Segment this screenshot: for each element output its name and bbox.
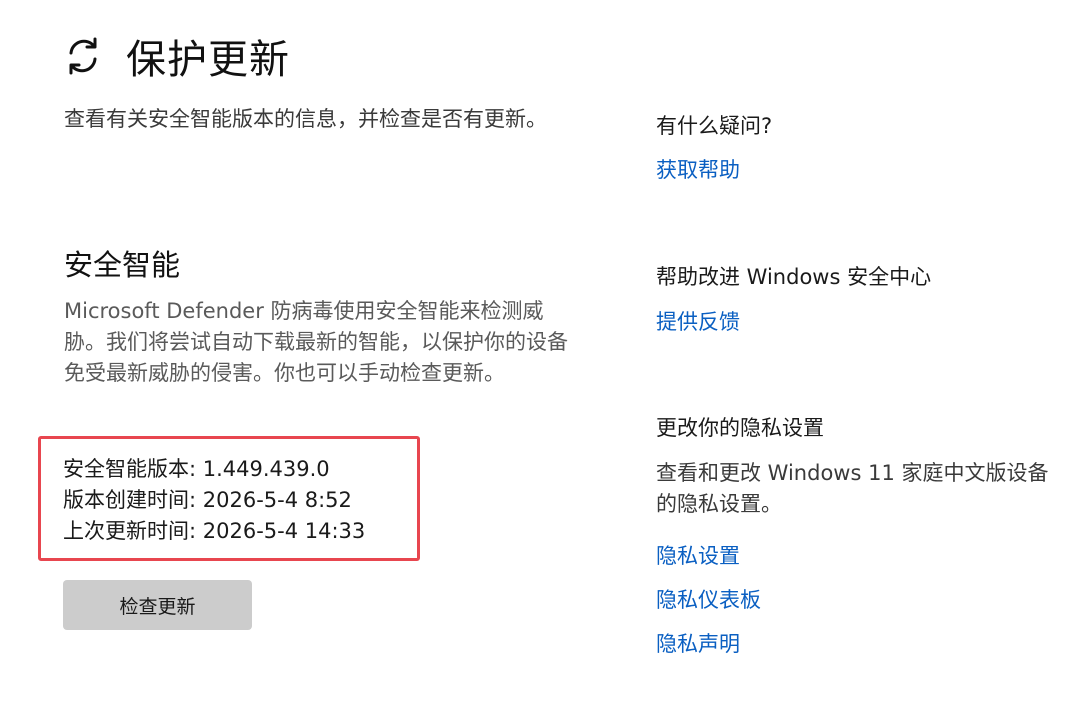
privacy-heading: 更改你的隐私设置 xyxy=(656,416,824,440)
give-feedback-link[interactable]: 提供反馈 xyxy=(656,306,740,336)
version-line: 安全智能版本: 1.449.439.0 xyxy=(63,457,330,481)
version-info: 安全智能版本: 1.449.439.0 版本创建时间: 2026-5-4 8:5… xyxy=(63,454,365,547)
check-updates-button[interactable]: 检查更新 xyxy=(63,580,252,630)
last-update-line: 上次更新时间: 2026-5-4 14:33 xyxy=(63,519,366,543)
section-title-security-intelligence: 安全智能 xyxy=(64,248,181,282)
feedback-heading: 帮助改进 Windows 安全中心 xyxy=(656,265,932,289)
page-header: 保护更新 xyxy=(62,26,290,86)
privacy-settings-link[interactable]: 隐私设置 xyxy=(656,540,740,570)
privacy-statement-link[interactable]: 隐私声明 xyxy=(656,628,740,658)
privacy-dashboard-link[interactable]: 隐私仪表板 xyxy=(656,584,761,614)
get-help-link[interactable]: 获取帮助 xyxy=(656,154,740,184)
privacy-description: 查看和更改 Windows 11 家庭中文版设备的隐私设置。 xyxy=(656,461,1049,516)
page-intro: 查看有关安全智能版本的信息，并检查是否有更新。 xyxy=(64,107,547,131)
section-description: Microsoft Defender 防病毒使用安全智能来检测威胁。我们将尝试自… xyxy=(64,299,568,385)
page-title: 保护更新 xyxy=(126,37,290,83)
created-time-line: 版本创建时间: 2026-5-4 8:52 xyxy=(63,488,352,512)
questions-heading: 有什么疑问? xyxy=(656,114,773,138)
refresh-icon xyxy=(69,37,97,75)
